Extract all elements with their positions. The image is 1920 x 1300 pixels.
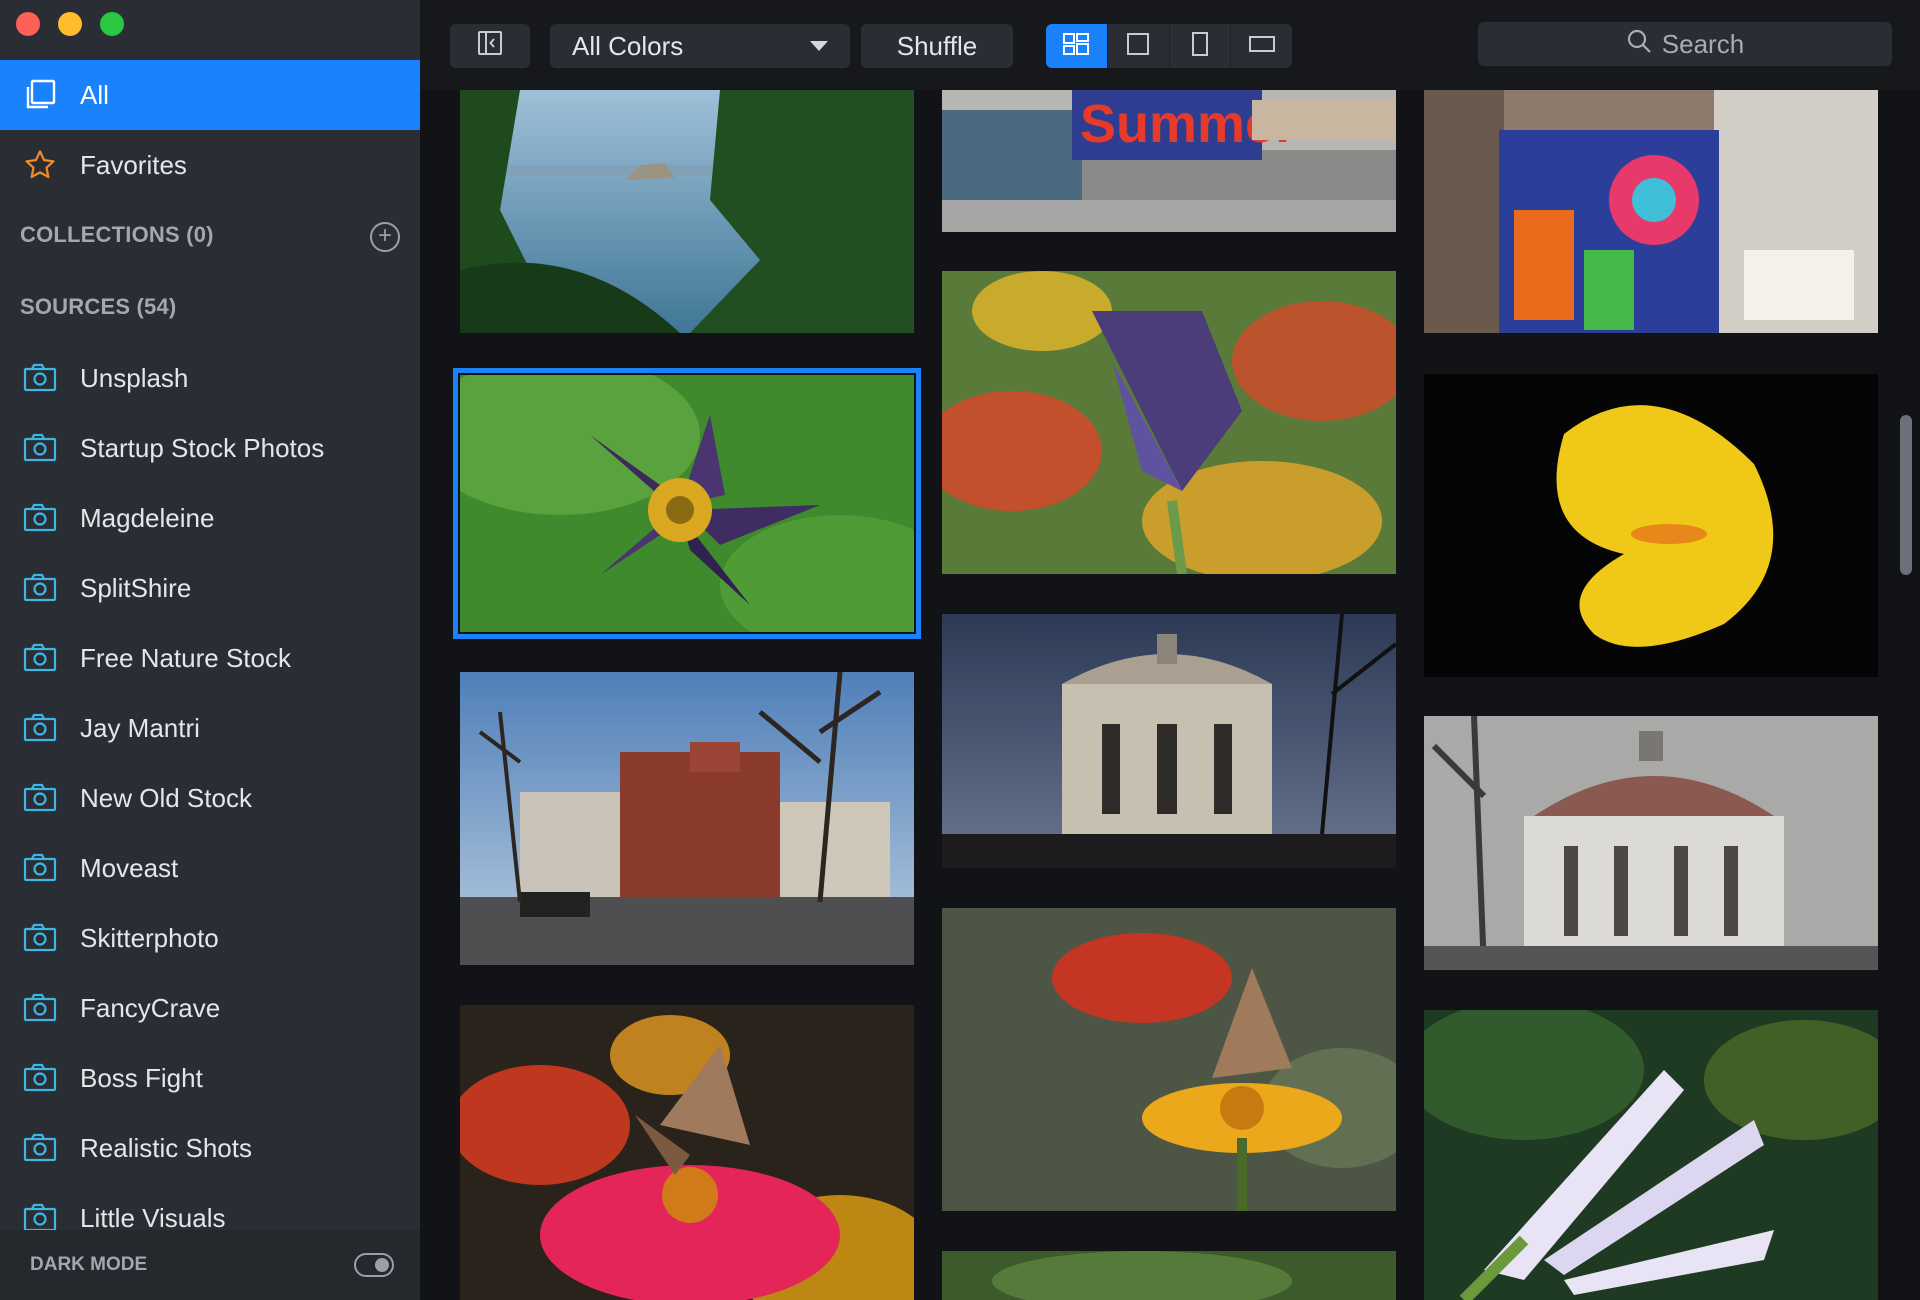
window-controls xyxy=(16,12,124,36)
sidebar-item-label: FancyCrave xyxy=(80,992,221,1023)
color-filter-dropdown[interactable]: All Colors xyxy=(550,24,850,68)
view-mosaic-button[interactable] xyxy=(1046,24,1108,68)
sidebar-item-label: Realistic Shots xyxy=(80,1132,252,1163)
view-mode-switcher xyxy=(1046,24,1292,68)
stack-icon xyxy=(22,77,58,113)
photo-yellow-calla-lily[interactable] xyxy=(1424,374,1878,677)
sidebar-item-label: Boss Fight xyxy=(80,1062,203,1093)
toggle-sidebar-button[interactable] xyxy=(450,24,530,68)
dark-mode-toggle[interactable] xyxy=(354,1253,394,1277)
sources-list: Unsplash Startup Stock Photos Magdeleine Sp… xyxy=(0,343,420,1253)
sidebar-item-label: Unsplash xyxy=(80,362,189,393)
sidebar-source-item[interactable]: Magdeleine xyxy=(0,483,420,553)
camera-icon xyxy=(22,1060,58,1096)
sidebar-source-item[interactable]: Free Nature Stock xyxy=(0,623,420,693)
view-landscape-button[interactable] xyxy=(1231,24,1292,68)
photo-summer-graffiti[interactable]: Summer xyxy=(942,90,1396,232)
scrollbar-thumb[interactable] xyxy=(1900,415,1912,575)
color-filter-value: All Colors xyxy=(572,30,684,61)
camera-icon xyxy=(22,1130,58,1166)
camera-icon xyxy=(22,780,58,816)
sidebar-item-label: Jay Mantri xyxy=(80,712,200,743)
photo-butterfly-yellow-flower[interactable] xyxy=(942,908,1396,1211)
camera-icon xyxy=(22,640,58,676)
sidebar-source-item[interactable]: SplitShire xyxy=(0,553,420,623)
sidebar-source-item[interactable]: Skitterphoto xyxy=(0,903,420,973)
mosaic-grid-icon xyxy=(1062,32,1090,61)
photo-grid: Summer xyxy=(420,90,1920,1300)
sidebar: All Favorites COLLECTIONS (0) + SOURCES … xyxy=(0,0,420,1300)
sidebar-item-label: Startup Stock Photos xyxy=(80,432,325,463)
sidebar-source-item[interactable]: Realistic Shots xyxy=(0,1113,420,1183)
minimize-window-button[interactable] xyxy=(58,12,82,36)
sidebar-source-item[interactable]: Boss Fight xyxy=(0,1043,420,1113)
photo-lake-forest[interactable] xyxy=(460,90,914,333)
dark-mode-bar: DARK MODE xyxy=(0,1230,420,1300)
close-window-button[interactable] xyxy=(16,12,40,36)
sidebar-item-label: New Old Stock xyxy=(80,782,252,813)
sidebar-item-label: Free Nature Stock xyxy=(80,642,291,673)
sidebar-source-item[interactable]: New Old Stock xyxy=(0,763,420,833)
toolbar: All Colors Shuffle Search xyxy=(420,0,1920,90)
sidebar-source-item[interactable]: Moveast xyxy=(0,833,420,903)
shuffle-button[interactable]: Shuffle xyxy=(861,24,1013,68)
photo-green-partial[interactable] xyxy=(942,1251,1396,1300)
camera-icon xyxy=(22,570,58,606)
dark-mode-label: DARK MODE xyxy=(30,1254,148,1275)
camera-icon xyxy=(22,500,58,536)
photo-white-hosta-flowers[interactable] xyxy=(1424,1010,1878,1300)
search-icon xyxy=(1626,28,1652,61)
sidebar-source-item[interactable]: Startup Stock Photos xyxy=(0,413,420,483)
photo-purple-flower-green[interactable] xyxy=(453,368,921,639)
photo-red-building-trees[interactable] xyxy=(460,672,914,965)
photo-butterfly-pink-zinnia[interactable] xyxy=(460,1005,914,1300)
add-collection-button[interactable]: + xyxy=(370,222,400,252)
photo-pasque-flower-bokeh[interactable] xyxy=(942,271,1396,574)
star-icon xyxy=(22,147,58,183)
photo-domed-church-mono-1[interactable] xyxy=(942,614,1396,868)
sidebar-item-favorites[interactable]: Favorites xyxy=(0,130,420,200)
sources-header: SOURCES (54) xyxy=(20,294,177,319)
sidebar-toggle-icon xyxy=(477,30,503,63)
sidebar-item-label: Little Visuals xyxy=(80,1202,226,1233)
zoom-window-button[interactable] xyxy=(100,12,124,36)
search-placeholder: Search xyxy=(1661,28,1745,59)
camera-icon xyxy=(22,710,58,746)
square-icon xyxy=(1126,32,1150,61)
sidebar-item-label: Favorites xyxy=(80,149,187,180)
landscape-icon xyxy=(1248,34,1276,59)
sidebar-item-all[interactable]: All xyxy=(0,60,420,130)
chevron-down-icon xyxy=(810,41,828,51)
sidebar-item-label: Moveast xyxy=(80,852,179,883)
camera-icon xyxy=(22,430,58,466)
sidebar-item-label: SplitShire xyxy=(80,572,192,603)
collections-header: COLLECTIONS (0) xyxy=(20,222,214,247)
camera-icon xyxy=(22,920,58,956)
plus-icon: + xyxy=(377,222,392,249)
camera-icon xyxy=(22,850,58,886)
sidebar-source-item[interactable]: Unsplash xyxy=(0,343,420,413)
camera-icon xyxy=(22,360,58,396)
camera-icon xyxy=(22,990,58,1026)
sidebar-item-label: Magdeleine xyxy=(80,502,215,533)
sidebar-source-item[interactable]: FancyCrave xyxy=(0,973,420,1043)
search-field[interactable]: Search xyxy=(1478,22,1892,66)
sidebar-source-item[interactable]: Jay Mantri xyxy=(0,693,420,763)
sidebar-item-label: All xyxy=(80,79,109,110)
photo-desigual-building[interactable] xyxy=(1424,90,1878,333)
view-portrait-button[interactable] xyxy=(1170,24,1232,68)
photo-domed-church-mono-2[interactable] xyxy=(1424,716,1878,970)
portrait-icon xyxy=(1190,31,1210,62)
sidebar-item-label: Skitterphoto xyxy=(80,922,219,953)
view-square-button[interactable] xyxy=(1108,24,1170,68)
